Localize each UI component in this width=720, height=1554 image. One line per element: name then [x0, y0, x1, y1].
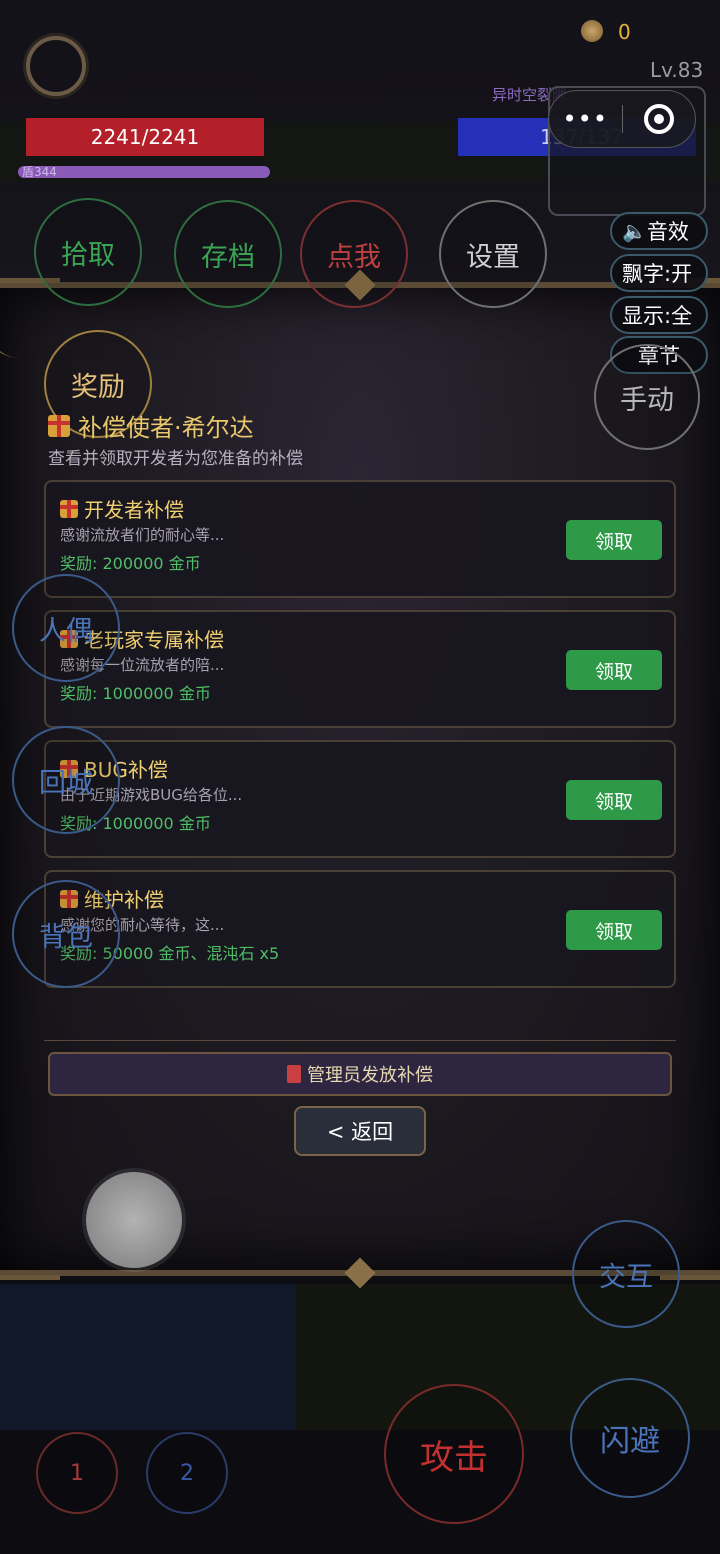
- puppet-button[interactable]: 人偶: [12, 574, 120, 682]
- dialog-title: 补偿使者·希尔达: [48, 408, 254, 443]
- frame-corner: [0, 1200, 60, 1280]
- claim-button[interactable]: 领取: [566, 520, 662, 560]
- attack-button[interactable]: 攻击: [384, 1384, 524, 1524]
- player-portrait[interactable]: [26, 36, 86, 96]
- click-me-button[interactable]: 点我: [300, 200, 408, 308]
- admin-button-label: 管理员发放补偿: [307, 1065, 433, 1086]
- joystick[interactable]: [86, 1172, 182, 1268]
- compensation-card: 维护补偿 感谢您的耐心等待，这... 奖励: 50000 金币、混沌石 x5 领…: [44, 870, 676, 988]
- card-description: 感谢流放者们的耐心等...: [60, 526, 225, 544]
- hp-bar: 2241/2241: [26, 118, 264, 156]
- gift-icon: [60, 499, 78, 518]
- save-button[interactable]: 存档: [174, 200, 282, 308]
- claim-button[interactable]: 领取: [566, 910, 662, 950]
- manual-button[interactable]: 手动: [594, 344, 700, 450]
- sound-label: 音效: [646, 220, 689, 244]
- divider: [44, 1040, 676, 1041]
- shield-bar: 盾344: [18, 166, 270, 178]
- card-reward: 奖励: 1000000 金币: [60, 684, 211, 703]
- dialog-title-text: 补偿使者·希尔达: [78, 414, 254, 442]
- compensation-card: BUG补偿 由于近期游戏BUG给各位... 奖励: 1000000 金币 领取: [44, 740, 676, 858]
- dodge-button[interactable]: 闪避: [570, 1378, 690, 1498]
- interact-button[interactable]: 交互: [572, 1220, 680, 1328]
- settings-button[interactable]: 设置: [439, 200, 547, 308]
- mailbox-icon: [287, 1065, 301, 1083]
- skill-slot-2[interactable]: 2: [146, 1432, 228, 1514]
- miniprogram-capsule[interactable]: •••: [548, 90, 696, 148]
- gold-coin-icon: [581, 20, 603, 42]
- speaker-icon: 🔈: [622, 219, 647, 243]
- return-city-button[interactable]: 回城: [12, 726, 120, 834]
- card-reward: 奖励: 200000 金币: [60, 554, 201, 573]
- back-button[interactable]: < 返回: [294, 1106, 426, 1156]
- gift-icon: [48, 414, 70, 437]
- compensation-card: 开发者补偿 感谢流放者们的耐心等... 奖励: 200000 金币 领取: [44, 480, 676, 598]
- compensation-card: 老玩家专属补偿 感谢每一位流放者的陪... 奖励: 1000000 金币 领取: [44, 610, 676, 728]
- card-title: 开发者补偿: [60, 494, 184, 523]
- float-text-toggle[interactable]: 飘字:开: [610, 254, 708, 292]
- close-miniprogram-icon[interactable]: [623, 104, 696, 134]
- claim-button[interactable]: 领取: [566, 650, 662, 690]
- skill-slot-1[interactable]: 1: [36, 1432, 118, 1514]
- sound-toggle[interactable]: 🔈 音效: [610, 212, 708, 250]
- more-icon[interactable]: •••: [549, 105, 622, 133]
- claim-button[interactable]: 领取: [566, 780, 662, 820]
- dialog-subtitle: 查看并领取开发者为您准备的补偿: [48, 449, 303, 469]
- admin-compensation-button[interactable]: 管理员发放补偿: [48, 1052, 672, 1096]
- display-toggle[interactable]: 显示:全: [610, 296, 708, 334]
- backpack-button[interactable]: 背包: [12, 880, 120, 988]
- gold-amount: 0: [618, 20, 631, 44]
- player-level: Lv.83: [650, 58, 704, 82]
- map-water: [0, 1284, 296, 1430]
- pickup-button[interactable]: 拾取: [34, 198, 142, 306]
